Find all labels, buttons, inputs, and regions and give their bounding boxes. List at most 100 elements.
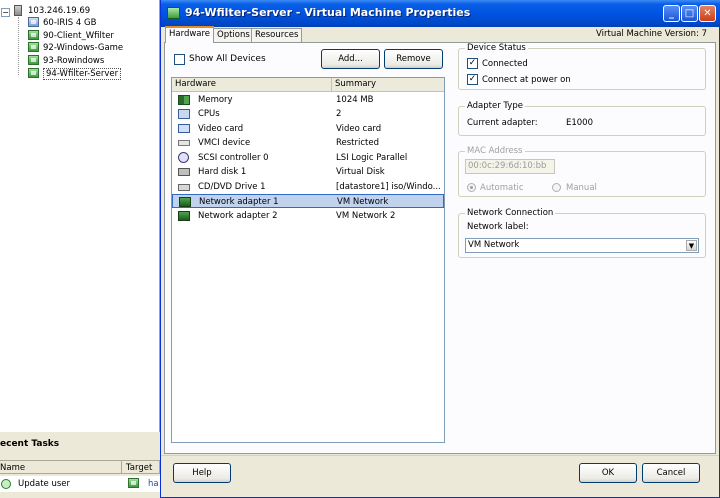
vm-name: 93-Rowindows (43, 56, 105, 66)
vmci-icon (178, 140, 190, 146)
device-status-group: Device Status ✓ Connected ✓ Connect at p… (458, 43, 706, 90)
hardware-name: SCSI controller 0 (198, 153, 269, 163)
inventory-tree-panel: − 103.246.19.69 60-IRIS 4 GB 90-Client_W… (0, 0, 160, 432)
vm-version-label: Virtual Machine Version: 7 (596, 29, 707, 39)
column-header-summary[interactable]: Summary (332, 78, 444, 92)
hardware-name: Network adapter 1 (199, 197, 279, 207)
column-header-target[interactable]: Target (122, 460, 160, 474)
cpu-icon (178, 109, 190, 119)
tree-vm-node[interactable]: 92-Windows-Game (28, 42, 123, 55)
column-header-name[interactable]: Name (0, 460, 122, 474)
help-button[interactable]: Help (173, 463, 231, 483)
hardware-summary: LSI Logic Parallel (336, 153, 408, 163)
hardware-row-hard-disk[interactable]: Hard disk 1 Virtual Disk (172, 165, 444, 179)
task-row[interactable]: Update user ha (0, 476, 160, 492)
manual-label: Manual (566, 183, 597, 193)
hardware-summary: Virtual Disk (336, 167, 385, 177)
hardware-name: Memory (198, 95, 233, 105)
tree-vm-node[interactable]: 93-Rowindows (28, 55, 104, 68)
hardware-tab-panel: Show All Devices Add... Remove Hardware … (164, 42, 716, 454)
hardware-summary: Restricted (336, 138, 380, 148)
recent-tasks-panel: ecent Tasks Name Target Update user ha (0, 432, 160, 498)
hardware-list[interactable]: Hardware Summary Memory 1024 MB CPUs 2 V… (171, 77, 445, 443)
network-connection-group: Network Connection Network label: VM Net… (458, 208, 706, 258)
vm-powered-on-icon (28, 68, 39, 78)
vm-name: 94-Wfilter-Server (43, 68, 122, 80)
automatic-radio (467, 183, 476, 192)
close-button[interactable]: ✕ (699, 5, 716, 22)
remove-button[interactable]: Remove (384, 49, 443, 69)
tab-hardware[interactable]: Hardware (165, 26, 215, 43)
automatic-label: Automatic (480, 183, 524, 193)
hardware-name: Video card (198, 124, 244, 134)
task-target[interactable]: ha (148, 476, 159, 492)
dialog-title-bar[interactable]: 94-Wfilter-Server - Virtual Machine Prop… (161, 0, 720, 27)
hardware-row-network-adapter-1[interactable]: Network adapter 1 VM Network (172, 194, 444, 208)
cd-dvd-icon (178, 184, 190, 191)
column-header-hardware[interactable]: Hardware (172, 78, 332, 92)
hardware-row-vmci-device[interactable]: VMCI device Restricted (172, 136, 444, 150)
hard-disk-icon (178, 168, 190, 176)
hardware-summary: VM Network (337, 197, 389, 207)
host-server-icon (14, 5, 22, 16)
tree-vm-node-selected[interactable]: 94-Wfilter-Server (28, 68, 122, 81)
vm-name: 90-Client_Wfilter (43, 31, 114, 41)
task-status-icon (1, 479, 11, 489)
network-label-select[interactable]: VM Network ▼ (465, 238, 699, 253)
hardware-row-cpus[interactable]: CPUs 2 (172, 107, 444, 121)
adapter-type-title: Adapter Type (465, 101, 525, 112)
device-status-title: Device Status (465, 43, 528, 54)
hardware-summary: 2 (336, 109, 342, 119)
hardware-row-cd-dvd-drive[interactable]: CD/DVD Drive 1 [datastore1] iso/Windo... (172, 180, 444, 194)
connected-checkbox[interactable]: ✓ (467, 58, 478, 69)
vm-powered-off-icon (28, 17, 39, 27)
vm-powered-on-icon (28, 42, 39, 52)
network-adapter-icon (178, 211, 190, 221)
tab-resources[interactable]: Resources (251, 28, 303, 43)
connected-label[interactable]: Connected (482, 59, 528, 69)
hardware-row-scsi-controller[interactable]: SCSI controller 0 LSI Logic Parallel (172, 151, 444, 165)
connect-at-power-on-checkbox[interactable]: ✓ (467, 74, 478, 85)
task-name: Update user (18, 479, 71, 489)
footer-divider (161, 455, 719, 456)
network-adapter-icon (179, 197, 191, 207)
minimize-button[interactable]: _ (663, 5, 680, 22)
hardware-summary: Video card (336, 124, 382, 134)
recent-tasks-title: ecent Tasks (0, 439, 60, 449)
cancel-button[interactable]: Cancel (642, 463, 700, 483)
connect-at-power-on-label[interactable]: Connect at power on (482, 75, 571, 85)
add-button[interactable]: Add... (321, 49, 380, 69)
network-label-value: VM Network (468, 240, 520, 250)
tree-vm-node[interactable]: 60-IRIS 4 GB (28, 17, 96, 30)
vm-properties-dialog: 94-Wfilter-Server - Virtual Machine Prop… (160, 0, 720, 498)
hardware-row-network-adapter-2[interactable]: Network adapter 2 VM Network 2 (172, 209, 444, 223)
hardware-name: CPUs (198, 109, 220, 119)
hardware-name: VMCI device (198, 138, 251, 148)
hardware-summary: 1024 MB (336, 95, 374, 105)
tab-options[interactable]: Options (213, 28, 254, 43)
adapter-type-group: Adapter Type Current adapter: E1000 (458, 101, 706, 136)
tree-connector-line (18, 17, 19, 75)
ok-button[interactable]: OK (579, 463, 637, 483)
manual-radio (552, 183, 561, 192)
maximize-button[interactable]: □ (681, 5, 698, 22)
host-icon (128, 478, 139, 488)
hardware-row-video-card[interactable]: Video card Video card (172, 122, 444, 136)
video-card-icon (178, 124, 190, 133)
dialog-title: 94-Wfilter-Server - Virtual Machine Prop… (185, 6, 471, 19)
collapse-icon[interactable]: − (1, 8, 10, 17)
mac-address-group: MAC Address 00:0c:29:6d:10:bb Automatic … (458, 146, 706, 197)
mac-address-field: 00:0c:29:6d:10:bb (465, 159, 555, 174)
show-all-devices-label[interactable]: Show All Devices (189, 54, 266, 64)
network-label-caption: Network label: (467, 222, 529, 232)
hardware-name: Hard disk 1 (198, 167, 247, 177)
scsi-controller-icon (178, 152, 189, 163)
chevron-down-icon[interactable]: ▼ (686, 240, 697, 251)
show-all-devices-checkbox[interactable] (174, 54, 185, 65)
host-name: 103.246.19.69 (28, 6, 91, 16)
hardware-summary: VM Network 2 (336, 211, 396, 221)
hardware-summary: [datastore1] iso/Windo... (336, 182, 440, 192)
hardware-name: CD/DVD Drive 1 (198, 182, 266, 192)
vm-name: 60-IRIS 4 GB (43, 18, 97, 28)
hardware-row-memory[interactable]: Memory 1024 MB (172, 93, 444, 107)
